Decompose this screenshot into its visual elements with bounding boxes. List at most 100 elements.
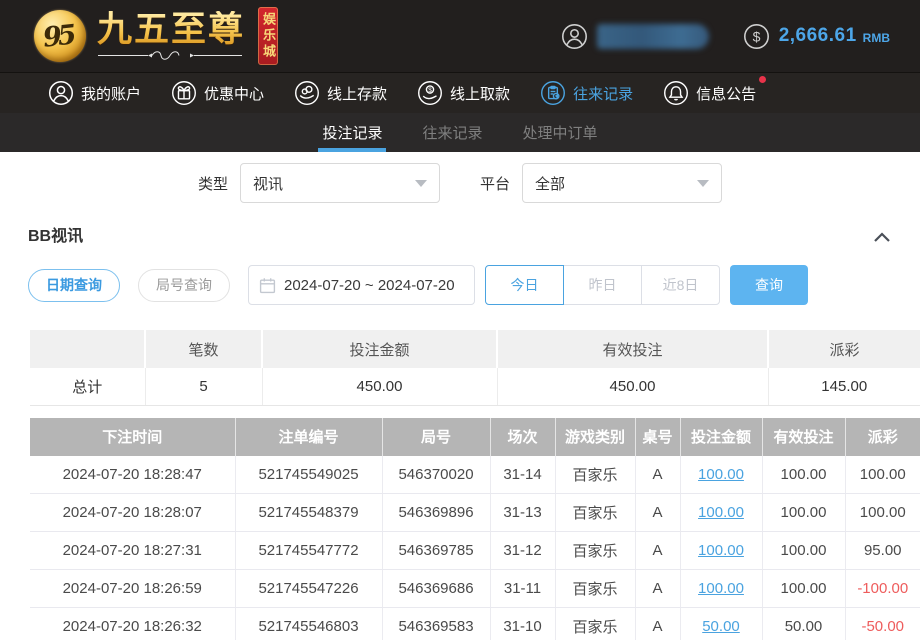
- nav-item-records[interactable]: 往来记录: [540, 80, 633, 106]
- round-no-cell: 546369785: [382, 532, 490, 570]
- nav-label: 往来记录: [573, 83, 633, 104]
- bet-table-row: 2024-07-20 18:27:31521745547772546369785…: [30, 532, 920, 570]
- nav-item-my-account[interactable]: 我的账户: [48, 80, 141, 106]
- summary-total-label: 总计: [30, 368, 145, 405]
- order-no-cell: 521745547226: [235, 570, 382, 608]
- notification-badge: [759, 76, 766, 83]
- header-payout: 派彩: [845, 418, 920, 456]
- tab-transaction-records[interactable]: 往来记录: [420, 113, 484, 152]
- payout-cell: -100.00: [845, 570, 920, 608]
- payout-cell: 100.00: [845, 456, 920, 494]
- type-select-value: 视讯: [253, 173, 283, 194]
- header-game-type: 游戏类别: [555, 418, 635, 456]
- bet-amount-link[interactable]: 100.00: [698, 466, 744, 483]
- section-title: BB视讯: [28, 225, 83, 249]
- bet-table-row: 2024-07-20 18:26:59521745547226546369686…: [30, 570, 920, 608]
- tab-bet-records[interactable]: 投注记录: [320, 113, 384, 152]
- yesterday-label: 昨日: [589, 275, 617, 295]
- summary-count: 5: [145, 368, 262, 405]
- bet-amount-link[interactable]: 100.00: [698, 580, 744, 597]
- nav-label: 线上存款: [327, 83, 387, 104]
- balance-currency: RMB: [863, 27, 890, 45]
- record-tabs: 投注记录 往来记录 处理中订单: [0, 113, 920, 152]
- summary-payout: 145.00: [768, 368, 920, 405]
- yesterday-button[interactable]: 昨日: [563, 265, 642, 305]
- user-chip: [561, 23, 709, 50]
- filter-row: 类型 视讯 平台 全部: [0, 163, 920, 203]
- platform-filter-label: 平台: [480, 173, 510, 194]
- date-query-button[interactable]: 日期查询: [28, 269, 120, 302]
- bet-table-row: 2024-07-20 18:28:07521745548379546369896…: [30, 494, 920, 532]
- nav-item-deposit[interactable]: 线上存款: [294, 80, 387, 106]
- game-type-cell: 百家乐: [555, 570, 635, 608]
- bet-time-cell: 2024-07-20 18:27:31: [30, 532, 235, 570]
- date-range-input[interactable]: 2024-07-20 ~ 2024-07-20: [248, 265, 475, 305]
- search-button[interactable]: 查询: [730, 265, 808, 305]
- chevron-down-icon: [697, 180, 709, 187]
- last8days-button[interactable]: 近8日: [641, 265, 720, 305]
- game-type-cell: 百家乐: [555, 456, 635, 494]
- topbar-right: $ 2,666.61 RMB: [561, 23, 890, 50]
- round-no-cell: 546369686: [382, 570, 490, 608]
- main-nav: 我的账户 优惠中心 线上存款 $: [0, 72, 920, 113]
- session-cell: 31-13: [490, 494, 555, 532]
- round-query-button[interactable]: 局号查询: [138, 269, 230, 302]
- table-no-cell: A: [635, 570, 680, 608]
- section-head: BB视讯: [28, 225, 892, 249]
- platform-select-value: 全部: [535, 173, 565, 194]
- balance-amount: 2,666.61: [779, 25, 857, 47]
- round-no-cell: 546370020: [382, 456, 490, 494]
- last8days-label: 近8日: [663, 275, 699, 295]
- bet-amount-link[interactable]: 100.00: [698, 542, 744, 559]
- platform-select[interactable]: 全部: [522, 163, 722, 203]
- header-round-no: 局号: [382, 418, 490, 456]
- round-no-cell: 546369896: [382, 494, 490, 532]
- payout-cell: -50.00: [845, 608, 920, 640]
- nav-label: 信息公告: [696, 83, 756, 104]
- session-cell: 31-12: [490, 532, 555, 570]
- brand-name: 九五至尊: [97, 11, 245, 49]
- bet-amount-cell: 100.00: [680, 456, 762, 494]
- bet-time-cell: 2024-07-20 18:26:32: [30, 608, 235, 640]
- deposit-icon: [294, 80, 320, 106]
- platform-filter: 平台 全部: [480, 163, 722, 203]
- type-filter-label: 类型: [198, 173, 228, 194]
- quick-range-group: 今日 昨日 近8日: [485, 265, 720, 305]
- type-select[interactable]: 视讯: [240, 163, 440, 203]
- game-type-cell: 百家乐: [555, 532, 635, 570]
- bet-table: 下注时间 注单编号 局号 场次 游戏类别 桌号 投注金额 有效投注 派彩 202…: [30, 418, 920, 640]
- header-bet-time: 下注时间: [30, 418, 235, 456]
- date-query-label: 日期查询: [46, 275, 102, 295]
- calendar-icon: [259, 277, 276, 294]
- bet-amount-link[interactable]: 50.00: [702, 618, 740, 635]
- bet-table-row: 2024-07-20 18:26:32521745546803546369583…: [30, 608, 920, 640]
- tab-label: 处理中订单: [523, 122, 598, 143]
- logo-mark-icon: 95: [34, 10, 86, 62]
- summary-bet-amount: 450.00: [262, 368, 497, 405]
- nav-item-announcements[interactable]: 信息公告: [663, 80, 756, 106]
- brand-logo[interactable]: 95 九五至尊 娱乐城: [34, 7, 306, 65]
- tab-processing-orders[interactable]: 处理中订单: [521, 113, 600, 152]
- table-no-cell: A: [635, 456, 680, 494]
- summary-header-row: 笔数 投注金额 有效投注 派彩: [30, 330, 920, 368]
- bet-amount-cell: 100.00: [680, 532, 762, 570]
- summary-table: 笔数 投注金额 有效投注 派彩 总计 5 450.00 450.00 145.0…: [30, 330, 920, 406]
- records-icon: [540, 80, 566, 106]
- valid-bet-cell: 100.00: [762, 456, 845, 494]
- bet-amount-link[interactable]: 100.00: [698, 504, 744, 521]
- today-button[interactable]: 今日: [485, 265, 564, 305]
- valid-bet-cell: 100.00: [762, 532, 845, 570]
- order-no-cell: 521745547772: [235, 532, 382, 570]
- gift-icon: [171, 80, 197, 106]
- bet-amount-cell: 100.00: [680, 570, 762, 608]
- tab-label: 投注记录: [322, 122, 382, 143]
- username-redacted: [597, 24, 709, 49]
- bet-amount-cell: 50.00: [680, 608, 762, 640]
- collapse-section-button[interactable]: [872, 230, 892, 244]
- round-no-cell: 546369583: [382, 608, 490, 640]
- valid-bet-cell: 100.00: [762, 494, 845, 532]
- nav-item-promotions[interactable]: 优惠中心: [171, 80, 264, 106]
- summary-header-valid-bet: 有效投注: [497, 330, 768, 368]
- nav-item-withdraw[interactable]: $ 线上取款: [417, 80, 510, 106]
- logo-mark-text: 95: [42, 19, 79, 53]
